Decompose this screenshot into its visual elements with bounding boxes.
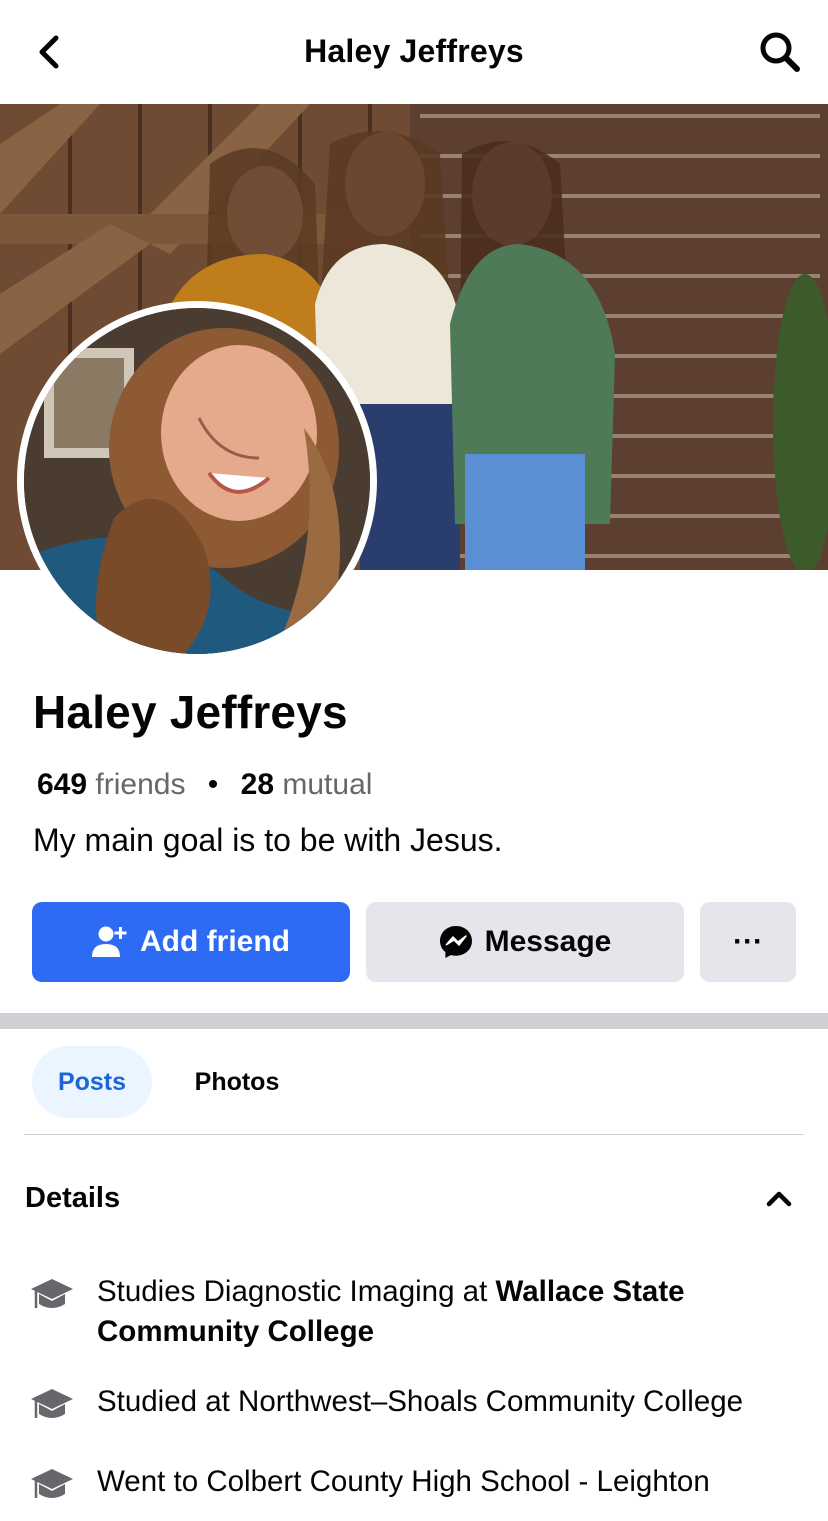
graduation-cap-icon <box>31 1279 73 1308</box>
add-friend-button[interactable]: Add friend <box>32 902 350 982</box>
search-icon <box>760 32 800 72</box>
graduation-cap-icon <box>31 1389 73 1418</box>
profile-picture[interactable] <box>17 301 377 661</box>
details-heading: Details <box>25 1182 121 1214</box>
section-divider <box>0 1013 828 1029</box>
detail-text: Studies Diagnostic Imaging at Wallace St… <box>97 1275 685 1348</box>
message-label: Message <box>484 925 612 958</box>
avatar-image <box>24 308 370 654</box>
detail-text: Studied at Northwest–Shoals Community Co… <box>97 1385 744 1418</box>
detail-text: Went to Colbert County High School - Lei… <box>97 1465 710 1498</box>
profile-name: Haley Jeffreys <box>33 686 348 738</box>
more-dots-icon: ··· <box>733 925 763 958</box>
friends-label: friends <box>95 768 186 801</box>
tab-divider <box>24 1134 804 1135</box>
messenger-icon <box>439 925 473 959</box>
mutual-count: 28 <box>240 768 275 801</box>
tab-photos[interactable]: Photos <box>172 1046 302 1118</box>
message-button[interactable]: Message <box>366 902 684 982</box>
profile-bio: My main goal is to be with Jesus. <box>33 822 503 858</box>
mutual-label: mutual <box>282 768 373 801</box>
chevron-up-icon <box>766 1191 792 1207</box>
page-title: Haley Jeffreys <box>304 33 524 69</box>
tab-posts[interactable]: Posts <box>32 1046 152 1118</box>
graduation-cap-icon <box>31 1469 73 1498</box>
search-button[interactable] <box>758 30 802 74</box>
add-person-icon <box>92 925 128 959</box>
add-friend-label: Add friend <box>140 925 290 958</box>
top-nav-bar: Haley Jeffreys <box>0 0 828 104</box>
collapse-details-button[interactable] <box>764 1184 794 1214</box>
separator-dot: • <box>207 768 219 801</box>
friends-count: 649 <box>37 768 88 801</box>
more-options-button[interactable]: ··· <box>700 902 796 982</box>
friends-stats[interactable]: 649 friends • 28 mutual <box>37 768 372 802</box>
